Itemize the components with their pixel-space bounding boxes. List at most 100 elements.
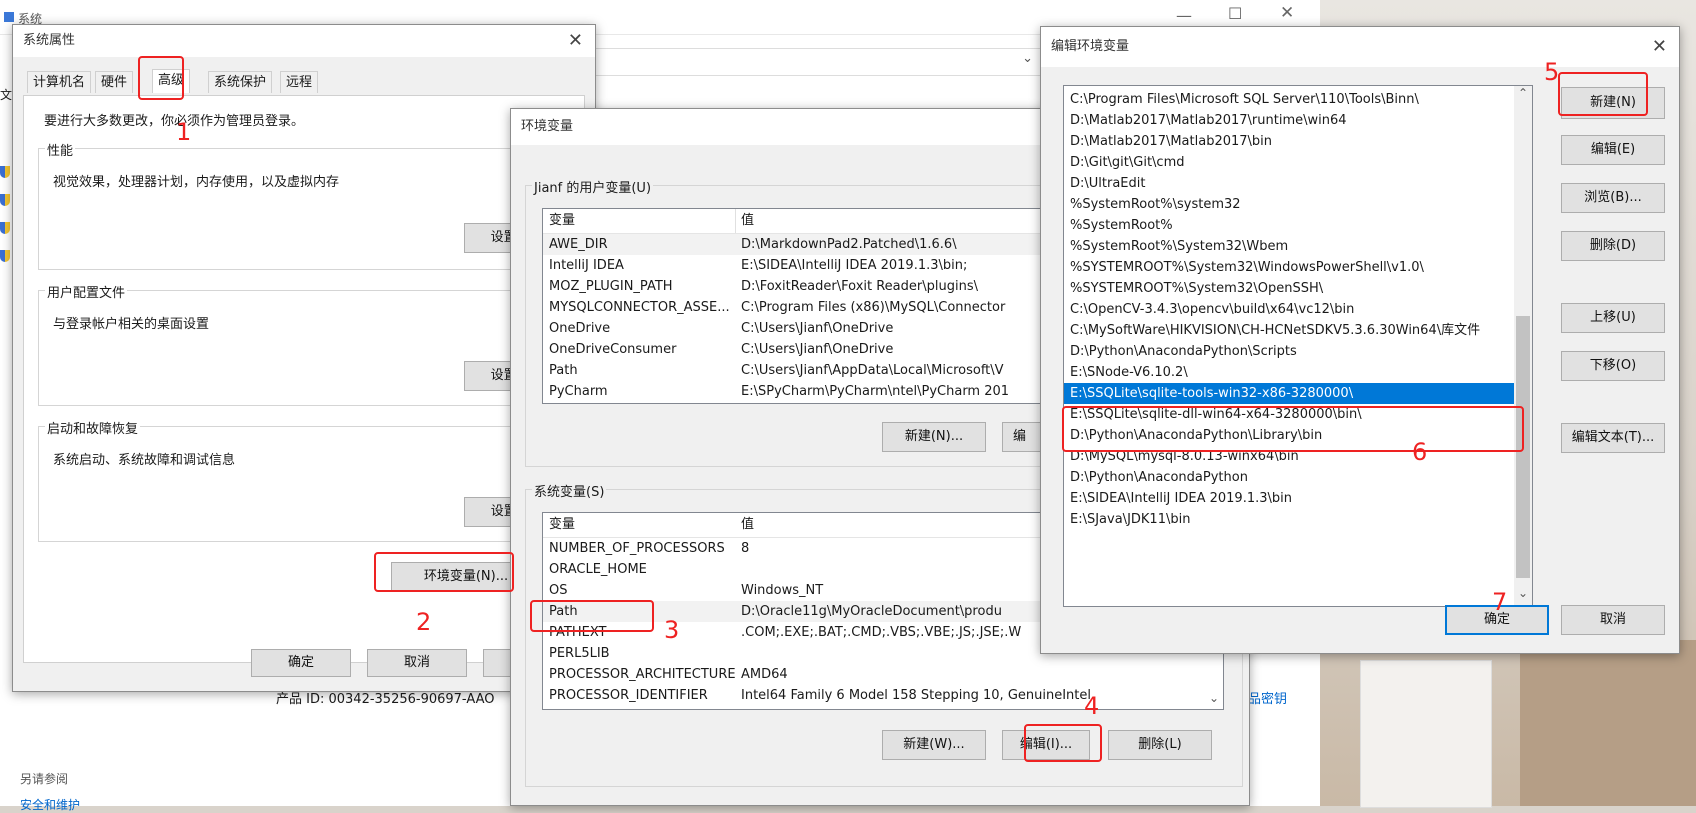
tab-advanced[interactable]: 高级 <box>152 69 191 93</box>
table-row[interactable]: PROCESSOR_IDENTIFIER Intel64 Family 6 Mod… <box>543 685 1223 706</box>
list-item[interactable]: D:\Matlab2017\Matlab2017\runtime\win64 <box>1064 110 1514 131</box>
user-new-button[interactable]: 新建(N)... <box>882 422 986 452</box>
tab-strip: 计算机名 硬件 高级 系统保护 远程 <box>27 69 587 95</box>
variable-value: D:\FoxitReader\Foxit Reader\plugins\ <box>741 279 978 294</box>
column-header-variable[interactable]: 变量 <box>549 209 575 233</box>
scrollbar[interactable]: ⌃ ⌄ <box>1514 86 1532 606</box>
edit-environment-variable-dialog: 编辑环境变量 ✕ C:\Program Files\Microsoft SQL … <box>1040 26 1680 654</box>
dialog-title: 编辑环境变量 <box>1051 39 1130 54</box>
list-item[interactable]: C:\OpenCV-3.4.3\opencv\build\x64\vc12\bi… <box>1064 299 1514 320</box>
address-bar[interactable]: ⌄ <box>550 48 1042 76</box>
security-link[interactable]: 安全和维护 <box>20 796 80 813</box>
tab-system-protection[interactable]: 系统保护 <box>208 71 273 93</box>
scroll-down-arrow[interactable]: ⌄ <box>1209 691 1219 705</box>
variable-name: Path <box>549 604 578 619</box>
system-edit-button[interactable]: 编辑(I)... <box>1002 730 1090 760</box>
variable-value: E:\SIDEA\IntelliJ IDEA 2019.1.3\bin; <box>741 258 968 273</box>
list-item[interactable]: D:\Python\AnacondaPython <box>1064 467 1514 488</box>
browse-button[interactable]: 浏览(B)... <box>1561 183 1665 213</box>
list-item[interactable]: D:\MySQL\mysql-8.0.13-winx64\bin <box>1064 446 1514 467</box>
list-item[interactable]: D:\Git\git\Git\cmd <box>1064 152 1514 173</box>
maximize-icon[interactable]: ☐ <box>1228 4 1242 23</box>
delete-button[interactable]: 删除(D) <box>1561 231 1665 261</box>
variable-name: ORACLE_HOME <box>549 562 647 577</box>
tab-hardware[interactable]: 硬件 <box>95 71 134 93</box>
annotation-number-2: 2 <box>416 608 432 636</box>
startup-recovery-label: 启动和故障恢复 <box>45 418 141 437</box>
list-item[interactable]: D:\Matlab2017\Matlab2017\bin <box>1064 131 1514 152</box>
cancel-button[interactable]: 取消 <box>367 649 467 677</box>
system-variables-label: 系统变量(S) <box>532 481 607 500</box>
variable-name: MYSQLCONNECTOR_ASSE... <box>549 300 730 315</box>
move-up-button[interactable]: 上移(U) <box>1561 303 1665 333</box>
wallpaper-drawer <box>1360 660 1492 808</box>
list-item[interactable]: D:\UltraEdit <box>1064 173 1514 194</box>
list-item[interactable]: C:\Program Files\Microsoft SQL Server\11… <box>1064 89 1514 110</box>
variable-name: IntelliJ IDEA <box>549 258 624 273</box>
tab-remote[interactable]: 远程 <box>280 71 319 93</box>
edit-text-button[interactable]: 编辑文本(T)... <box>1561 423 1665 453</box>
minimize-icon[interactable]: — <box>1176 6 1192 25</box>
close-icon[interactable]: ✕ <box>1280 3 1294 23</box>
list-item[interactable]: E:\SJava\JDK11\bin <box>1064 509 1514 530</box>
list-item[interactable]: %SystemRoot% <box>1064 215 1514 236</box>
variable-name: AWE_DIR <box>549 237 608 252</box>
list-item[interactable]: %SystemRoot%\system32 <box>1064 194 1514 215</box>
performance-desc: 视觉效果，处理器计划，内存使用，以及虚拟内存 <box>53 175 340 190</box>
column-header-value[interactable]: 值 <box>741 209 754 233</box>
variable-value: C:\Program Files (x86)\MySQL\Connector <box>741 300 1006 315</box>
side-text: 文 <box>0 88 13 102</box>
new-button[interactable]: 新建(N) <box>1561 87 1665 119</box>
list-item[interactable]: C:\MySoftWare\HIKVISION\CH-HCNetSDKV5.3.… <box>1064 320 1514 341</box>
list-item[interactable]: E:\SIDEA\IntelliJ IDEA 2019.1.3\bin <box>1064 488 1514 509</box>
ok-button[interactable]: 确定 <box>251 649 351 677</box>
variable-value: C:\Users\Jianf\AppData\Local\Microsoft\V <box>741 363 1004 378</box>
move-down-button[interactable]: 下移(O) <box>1561 351 1665 381</box>
cancel-button[interactable]: 取消 <box>1561 605 1665 635</box>
list-item[interactable]: E:\SSQLite\sqlite-tools-win32-x86-328000… <box>1064 383 1514 404</box>
list-item[interactable]: E:\SNode-V6.10.2\ <box>1064 362 1514 383</box>
variable-value: D:\MarkdownPad2.Patched\1.6.6\ <box>741 237 957 252</box>
dialog-title: 环境变量 <box>521 119 574 134</box>
list-item[interactable]: %SystemRoot%\System32\Wbem <box>1064 236 1514 257</box>
list-item[interactable]: %SYSTEMROOT%\System32\OpenSSH\ <box>1064 278 1514 299</box>
list-item[interactable]: E:\SSQLite\sqlite-dll-win64-x64-3280000\… <box>1064 404 1514 425</box>
variable-name: NUMBER_OF_PROCESSORS <box>549 541 725 556</box>
shield-icon <box>0 250 10 262</box>
annotation-number-6: 6 <box>1412 438 1428 466</box>
list-item[interactable]: D:\Python\AnacondaPython\Scripts <box>1064 341 1514 362</box>
variable-value: E:\SPyCharm\PyCharm\ntel\PyCharm 201 <box>741 384 1010 399</box>
variable-name: Path <box>549 363 578 378</box>
see-also-label: 另请参阅 <box>20 772 69 786</box>
variable-name: OneDrive <box>549 321 611 336</box>
shield-icon <box>0 222 10 234</box>
annotation-number-5: 5 <box>1544 58 1560 86</box>
table-row[interactable]: PROCESSOR_ARCHITECTURE AMD64 <box>543 664 1223 685</box>
system-icon <box>4 12 14 22</box>
variable-value: AMD64 <box>741 667 788 682</box>
chevron-down-icon[interactable]: ⌄ <box>1022 51 1033 66</box>
system-properties-dialog: 系统属性 ✕ 计算机名 硬件 高级 系统保护 远程 要进行大多数更改，你必须作为… <box>12 24 596 692</box>
list-item[interactable]: %SYSTEMROOT%\System32\WindowsPowerShell\… <box>1064 257 1514 278</box>
path-list[interactable]: C:\Program Files\Microsoft SQL Server\11… <box>1063 85 1533 607</box>
variable-name: PROCESSOR_ARCHITECTURE <box>549 667 736 682</box>
annotation-number-7: 7 <box>1492 588 1508 616</box>
scroll-down-arrow[interactable]: ⌄ <box>1518 586 1528 600</box>
column-header-value[interactable]: 值 <box>741 513 754 537</box>
column-divider[interactable] <box>735 209 736 233</box>
close-icon[interactable]: ✕ <box>568 25 583 57</box>
path-rows: C:\Program Files\Microsoft SQL Server\11… <box>1064 86 1532 530</box>
close-icon[interactable]: ✕ <box>1652 27 1667 67</box>
column-header-variable[interactable]: 变量 <box>549 513 575 537</box>
list-item[interactable]: D:\Python\AnacondaPython\Library\bin <box>1064 425 1514 446</box>
change-key-link[interactable]: 品密钥 <box>1248 688 1287 707</box>
tab-computer-name[interactable]: 计算机名 <box>27 71 92 93</box>
scroll-thumb[interactable] <box>1516 316 1530 578</box>
tab-panel: 要进行大多数更改，你必须作为管理员登录。 性能 视觉效果，处理器计划，内存使用，… <box>23 95 585 663</box>
system-delete-button[interactable]: 删除(L) <box>1108 730 1212 760</box>
edit-button[interactable]: 编辑(E) <box>1561 135 1665 165</box>
system-new-button[interactable]: 新建(W)... <box>882 730 986 760</box>
scroll-up-arrow[interactable]: ⌃ <box>1518 86 1528 100</box>
user-profile-group: 用户配置文件 与登录帐户相关的桌面设置 设置(E)... <box>38 282 574 406</box>
variable-name: PERL5LIB <box>549 646 610 661</box>
